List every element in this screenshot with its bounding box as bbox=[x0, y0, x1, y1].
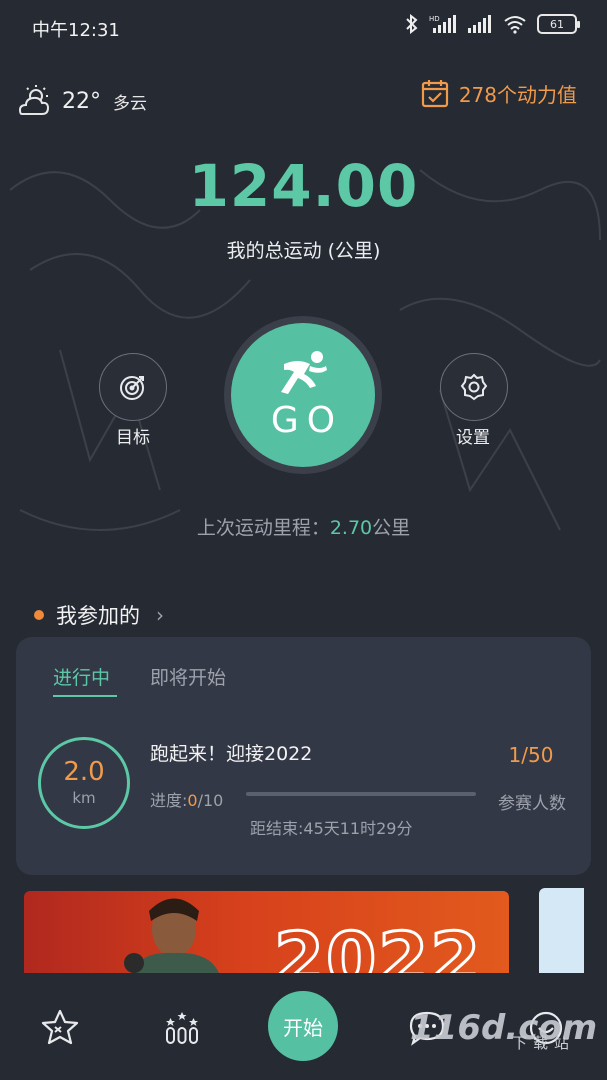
energy-points-link[interactable]: 278个动力值 bbox=[421, 78, 577, 108]
promo-banner-next[interactable] bbox=[539, 888, 584, 973]
settings-button[interactable] bbox=[440, 353, 508, 421]
last-run-unit: 公里 bbox=[372, 517, 411, 539]
event-participants: 1/50 bbox=[508, 743, 554, 767]
bluetooth-icon bbox=[406, 14, 418, 34]
event-progress-bar bbox=[246, 792, 476, 796]
battery-level: 61 bbox=[550, 17, 564, 31]
settings-label: 设置 bbox=[456, 428, 490, 448]
go-button[interactable]: GO bbox=[231, 323, 375, 467]
event-participants-label: 参赛人数 bbox=[498, 794, 566, 814]
joined-events-header[interactable]: 我参加的 › bbox=[34, 600, 164, 630]
section-dot bbox=[34, 610, 44, 620]
event-countdown: 距结束:45天11时29分 bbox=[250, 819, 413, 838]
start-button[interactable]: 开始 bbox=[268, 991, 338, 1061]
status-time: 中午12:31 bbox=[32, 20, 120, 41]
goal-button[interactable] bbox=[99, 353, 167, 421]
active-tab-indicator bbox=[53, 695, 117, 697]
go-label: GO bbox=[270, 399, 344, 441]
partly-cloudy-icon bbox=[18, 85, 50, 115]
start-label: 开始 bbox=[283, 1015, 323, 1040]
total-distance: 124.00 bbox=[188, 152, 419, 220]
star-icon bbox=[41, 1009, 79, 1045]
wifi-icon bbox=[504, 16, 526, 34]
event-name: 跑起来！迎接2022 bbox=[150, 743, 313, 765]
status-icons: HD 61 bbox=[405, 14, 580, 34]
event-distance-unit: km bbox=[72, 789, 96, 807]
target-icon bbox=[120, 376, 144, 400]
signal-icon bbox=[468, 15, 491, 33]
svg-text:HD: HD bbox=[429, 15, 440, 23]
event-distance-badge: 2.0 km bbox=[38, 737, 130, 829]
promo-banner[interactable]: 2022 bbox=[24, 891, 509, 973]
tab-in-progress[interactable]: 进行中 bbox=[53, 663, 110, 690]
battery-icon: 61 bbox=[537, 14, 580, 34]
progress-current: 0 bbox=[187, 791, 198, 810]
site-watermark-sub: 下载站 bbox=[512, 1034, 576, 1052]
nav-ranking[interactable] bbox=[160, 1006, 204, 1050]
temperature: 22° bbox=[62, 88, 101, 114]
tab-upcoming[interactable]: 即将开始 bbox=[150, 663, 226, 690]
event-card[interactable]: 进行中 即将开始 2.0 km 跑起来！迎接2022 进度:0/10 距结束:4… bbox=[16, 637, 591, 875]
go-button-ring: GO bbox=[224, 316, 382, 474]
progress-total: /10 bbox=[197, 791, 224, 810]
last-run-distance: 上次运动里程：2.70公里 bbox=[0, 513, 607, 540]
banner-year-text: 2022 bbox=[272, 916, 483, 974]
joined-events-title: 我参加的 bbox=[56, 604, 140, 628]
gear-icon bbox=[460, 373, 488, 401]
energy-points-label: 278个动力值 bbox=[458, 82, 577, 107]
event-progress-label: 进度:0/10 bbox=[150, 787, 223, 811]
nav-favorites[interactable] bbox=[38, 1006, 82, 1050]
status-bar: 中午12:31 HD 61 bbox=[0, 0, 607, 56]
goal-label: 目标 bbox=[116, 428, 150, 448]
chevron-right-icon: › bbox=[156, 603, 164, 627]
last-run-prefix: 上次运动里程： bbox=[196, 517, 330, 539]
event-distance-value: 2.0 bbox=[63, 757, 105, 787]
weather-description: 多云 bbox=[113, 93, 147, 114]
athlete-illustration bbox=[124, 898, 219, 973]
last-run-value: 2.70 bbox=[329, 517, 373, 539]
runner-icon bbox=[281, 350, 327, 394]
weather-widget[interactable]: 22° 多云 bbox=[14, 84, 147, 118]
ranking-icon bbox=[166, 1012, 198, 1044]
signal-hd-icon: HD bbox=[429, 15, 456, 33]
progress-prefix: 进度: bbox=[150, 791, 188, 810]
total-distance-label: 我的总运动 (公里) bbox=[226, 240, 381, 262]
calendar-check-icon bbox=[421, 80, 448, 108]
